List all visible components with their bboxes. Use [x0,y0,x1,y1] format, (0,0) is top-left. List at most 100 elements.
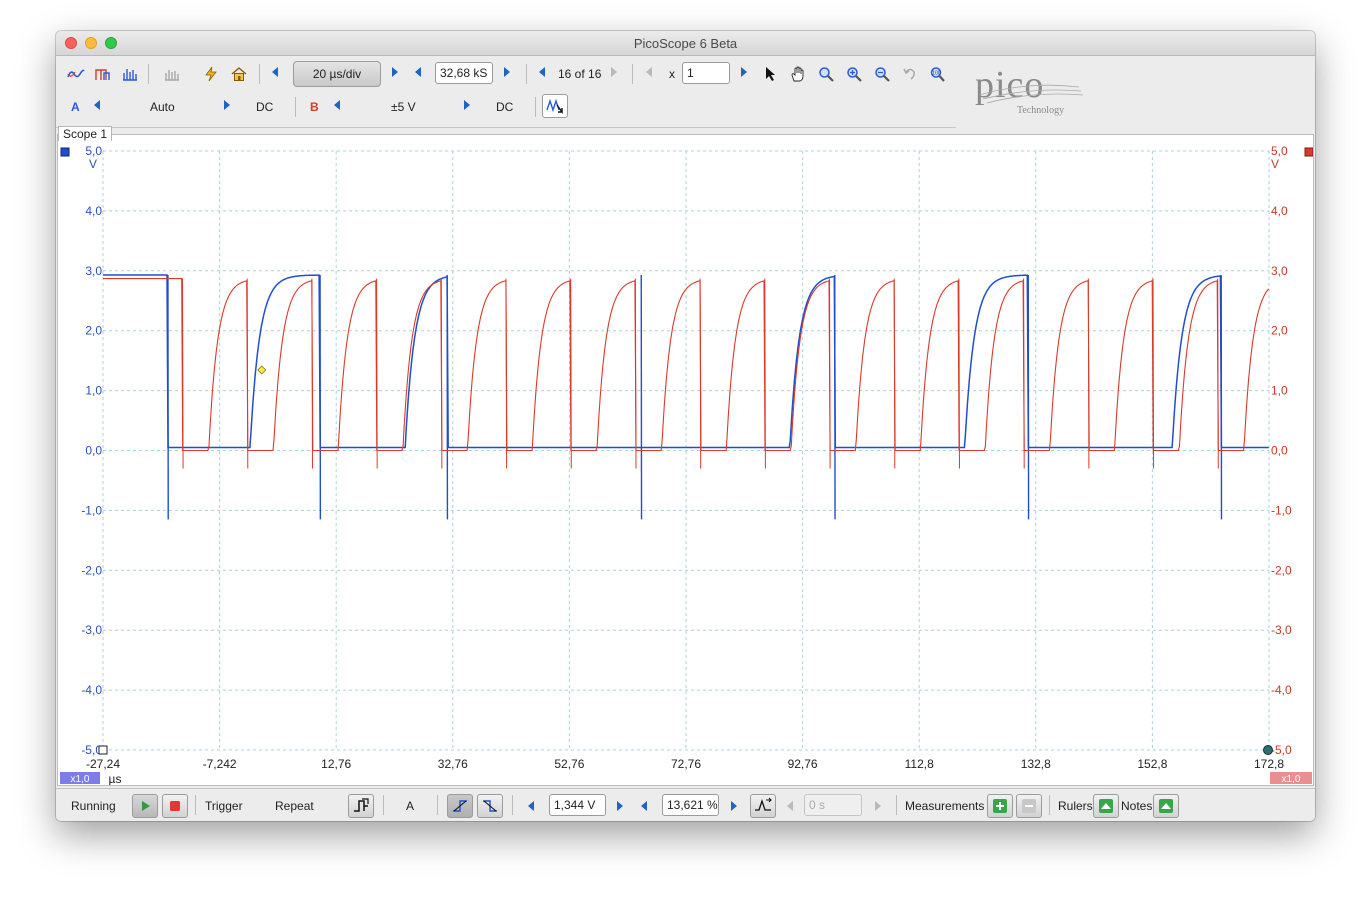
channel-b-axis-handle[interactable] [1304,147,1314,157]
advanced-trigger-button[interactable] [348,794,374,818]
channel-b-edge-spike [1087,278,1090,469]
post-trigger-delay-button[interactable] [750,794,776,818]
threshold-increase-arrow[interactable] [617,801,623,811]
channel-a-range-increase-arrow[interactable] [224,100,230,110]
stop-button[interactable] [162,794,188,818]
time-ruler-end-handle[interactable] [1263,745,1273,755]
x-tick-label: 172,8 [1254,757,1284,771]
samples-increase-arrow[interactable] [504,67,510,77]
timebase-increase-arrow[interactable] [392,67,398,77]
delay-field[interactable]: 0 s [804,794,862,816]
zoom-in-icon[interactable] [843,63,865,85]
samples-field[interactable]: 32,68 kS [435,62,493,84]
status-bar: Running Trigger Repeat A 1,344 V 13,621 … [56,788,1315,821]
y-unit-left: V [89,157,97,171]
falling-edge-icon [483,800,497,812]
rulers-label: Rulers [1058,799,1093,813]
pretrigger-field[interactable]: 13,621 % [662,794,719,816]
window-title: PicoScope 6 Beta [633,36,738,51]
channel-b-edge-spike [699,278,702,469]
buffer-navigator-label: 16 of 16 [558,67,602,81]
notes-button[interactable] [1153,794,1179,818]
delay-decrease-arrow[interactable] [787,801,793,811]
y-tick-label-right: 3,0 [1271,264,1288,278]
y-tick-label-right: -2,0 [1271,563,1292,577]
spectrum-mode-icon[interactable] [119,63,141,85]
channel-b-range-increase-arrow[interactable] [464,100,470,110]
trigger-source-select[interactable]: A [406,799,414,813]
channel-b-range-decrease-arrow[interactable] [334,100,340,110]
threshold-decrease-arrow[interactable] [528,801,534,811]
channel-b-edge-spike [1217,278,1219,469]
x-tick-label: 32,76 [438,757,468,771]
channel-b-edge-spike [246,278,249,469]
trigger-label: Trigger [205,799,243,813]
y-tick-label-right: -1,0 [1271,503,1292,517]
channel-b-coupling[interactable]: DC [496,100,513,114]
x-tick-label: 52,76 [554,757,584,771]
channel-a-label[interactable]: A [71,100,80,114]
timebase-select[interactable]: 20 µs/div [293,61,381,87]
auto-setup-icon[interactable] [200,63,222,85]
zoom-to-fit-icon[interactable]: 100 [927,63,949,85]
y-tick-label-right: 4,0 [1271,204,1288,218]
rising-edge-button[interactable] [447,794,473,818]
y-tick-label-left: 0,0 [85,444,102,458]
threshold-field[interactable]: 1,344 V [549,794,606,816]
svg-text:100: 100 [932,71,941,77]
y-tick-label-right: 2,0 [1271,324,1288,338]
samples-decrease-arrow[interactable] [415,67,421,77]
y-tick-label-left: 5,0 [85,144,102,158]
select-pointer-icon[interactable] [760,63,782,85]
channel-b-range[interactable]: ±5 V [391,100,416,114]
y-tick-label-right: -5,0 [1271,743,1292,757]
falling-edge-button[interactable] [477,794,503,818]
trigger-marker[interactable] [257,365,267,375]
y-tick-label-left: -4,0 [81,683,102,697]
title-bar: PicoScope 6 Beta [56,31,1315,56]
delay-increase-arrow[interactable] [875,801,881,811]
zoom-tool-icon[interactable] [815,63,837,85]
add-measurement-button[interactable] [987,794,1013,818]
remove-measurement-button[interactable] [1016,794,1042,818]
time-ruler-start-handle[interactable] [98,745,108,755]
buffer-previous-arrow[interactable] [539,67,545,77]
y-tick-label-right: -4,0 [1271,683,1292,697]
hand-pan-icon[interactable] [787,63,809,85]
channel-a-coupling[interactable]: DC [256,100,273,114]
expand-up-icon [1159,799,1173,813]
timebase-decrease-arrow[interactable] [272,67,278,77]
y-tick-label-left: 2,0 [85,324,102,338]
start-button[interactable] [132,794,158,818]
add-icon [993,799,1007,813]
undo-zoom-icon[interactable] [899,63,921,85]
zoom-factor-field[interactable]: 1 [682,62,730,84]
channel-b-label[interactable]: B [310,100,319,114]
channel-a-range[interactable]: Auto [150,100,175,114]
default-setup-home-icon[interactable] [228,63,250,85]
statusbar-separator [437,795,438,815]
zoom-increase-arrow[interactable] [741,67,747,77]
channel-b-scale-text: x1,0 [1282,774,1301,785]
channel-a-range-decrease-arrow[interactable] [94,100,100,110]
channel-a-axis-handle[interactable] [60,147,70,157]
y-tick-label-right: 5,0 [1271,144,1288,158]
x-tick-label: 72,76 [671,757,701,771]
persistence-mode-icon[interactable] [92,63,114,85]
pretrigger-increase-arrow[interactable] [731,801,737,811]
trigger-mode-select[interactable]: Repeat [275,799,314,813]
buffer-next-arrow[interactable] [611,67,617,77]
zoom-decrease-arrow[interactable] [646,67,652,77]
rising-edge-icon [453,800,467,812]
scope-mode-icon[interactable] [65,63,87,85]
channel-options-button[interactable] [542,94,568,118]
rulers-button[interactable] [1093,794,1119,818]
y-tick-label-left: 3,0 [85,264,102,278]
channel-b-edge-spike [1023,278,1025,469]
zoom-out-icon[interactable] [871,63,893,85]
pretrigger-decrease-arrow[interactable] [641,801,647,811]
scope-tab[interactable]: Scope 1 [58,126,113,141]
channel-b-edge-spike [893,278,896,469]
run-state-label: Running [71,799,116,813]
delay-icon [755,797,772,811]
